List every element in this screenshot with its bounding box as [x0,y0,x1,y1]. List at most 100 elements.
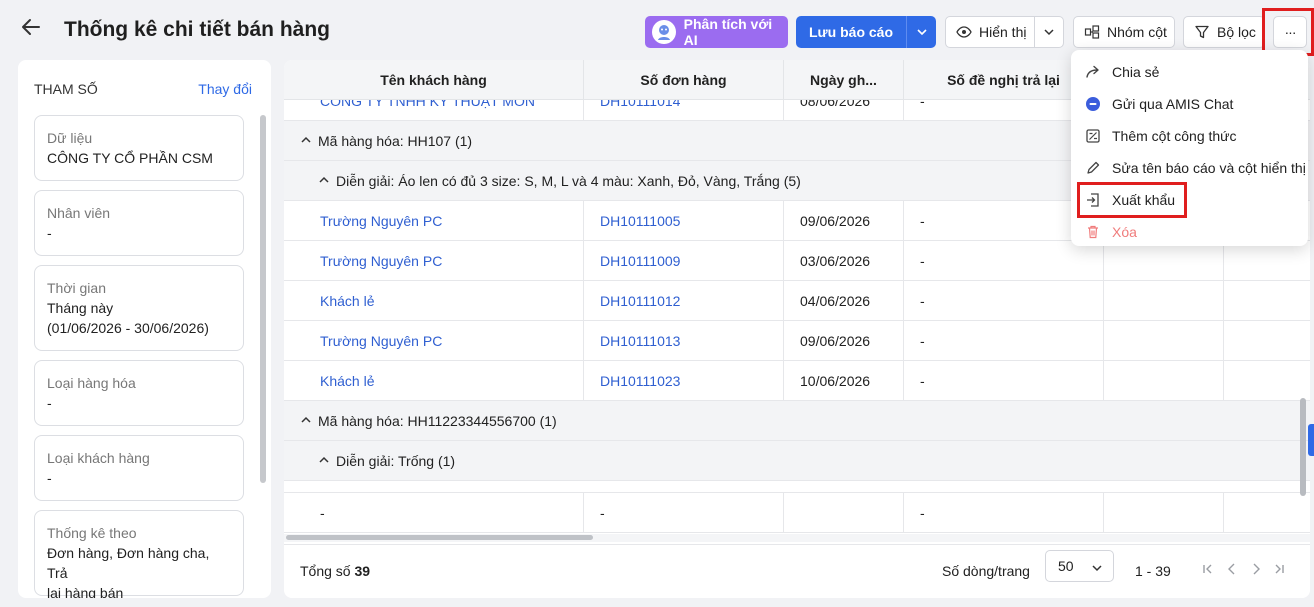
extra-cell [1104,493,1224,533]
last-page-icon[interactable] [1270,560,1288,578]
formula-icon [1085,128,1101,144]
customer-cell[interactable]: Trường Nguyên PC [284,321,584,361]
page-title: Thống kê chi tiết bán hàng [64,18,331,41]
more-button-highlight [1262,8,1314,56]
trash-icon [1085,224,1101,240]
share-icon [1085,64,1101,80]
display-label: Hiển thị [979,24,1027,40]
param-value: Tháng này [47,300,114,316]
save-report-dropdown-button[interactable] [906,16,936,48]
next-page-icon[interactable] [1247,560,1265,578]
date-cell: 10/06/2026 [784,361,904,401]
chevron-down-icon [916,29,927,36]
refund-cell: - [904,493,1104,533]
menu-item-share[interactable]: Chia sẻ [1071,56,1308,88]
filter-button[interactable]: Bộ lọc [1183,16,1265,48]
param-value: - [47,395,52,411]
group-row[interactable]: Mã hàng hóa: HH11223344556700 (1) [284,401,1310,441]
filter-label: Bộ lọc [1217,24,1256,40]
menu-item-label: Thêm cột công thức [1112,128,1237,144]
refund-cell: - [904,361,1104,401]
param-value-range: (01/06/2026 - 30/06/2026) [47,320,209,336]
filter-icon [1195,25,1209,39]
menu-item-rename[interactable]: Sửa tên báo cáo và cột hiển thị [1071,152,1308,184]
vertical-scroll-thumb[interactable] [1300,398,1306,496]
customer-cell[interactable]: Trường Nguyên PC [284,241,584,281]
order-cell[interactable]: DH10111009 [584,241,784,281]
ai-analysis-label: Phân tích với AI [683,16,773,48]
table-row[interactable]: Khách lẻ DH10111023 10/06/2026 - [284,361,1310,401]
param-customer-type[interactable]: Loại khách hàng - [34,435,244,501]
param-time[interactable]: Thời gian Tháng này (01/06/2026 - 30/06/… [34,265,244,351]
group-label: Mã hàng hóa: HH107 (1) [300,121,472,161]
column-customer[interactable]: Tên khách hàng [284,60,584,100]
customer-cell[interactable]: Khách lẻ [284,281,584,321]
subgroup-row[interactable]: Diễn giải: Trống (1) [284,441,1310,481]
menu-item-label: Sửa tên báo cáo và cột hiển thị [1112,160,1306,176]
group-columns-button[interactable]: Nhóm cột [1073,16,1175,48]
column-date[interactable]: Ngày gh... [784,60,904,100]
rows-per-page-value: 50 [1058,558,1074,574]
param-item-type[interactable]: Loại hàng hóa - [34,360,244,426]
export-item-highlight [1077,182,1187,218]
display-dropdown-button[interactable] [1034,16,1064,48]
param-stat-by[interactable]: Thống kê theo Đơn hàng, Đơn hàng cha, Tr… [34,510,244,598]
side-edge-tab[interactable] [1308,424,1314,456]
change-parameters-link[interactable]: Thay đổi [198,81,252,97]
rows-per-page-label: Số dòng/trang [942,563,1030,579]
eye-icon [956,26,972,38]
param-label: Loại khách hàng [47,450,150,466]
panel-scrollbar[interactable] [260,115,266,483]
menu-item-delete[interactable]: Xóa [1071,216,1308,248]
order-cell[interactable]: DH10111005 [584,201,784,241]
parameters-heading: THAM SỐ [34,81,98,97]
param-label: Loại hàng hóa [47,375,136,391]
param-value: - [47,225,52,241]
extra-cell [1104,361,1224,401]
column-order[interactable]: Số đơn hàng [584,60,784,100]
param-employee[interactable]: Nhân viên - [34,190,244,256]
chevron-down-icon [1092,565,1102,572]
total-count: Tổng số 39 [300,563,370,579]
table-row[interactable]: Trường Nguyên PC DH10111013 09/06/2026 - [284,321,1310,361]
total-label: Tổng số [300,563,351,579]
ai-avatar-icon [652,20,676,44]
order-cell[interactable]: DH10111013 [584,321,784,361]
date-cell: 09/06/2026 [784,201,904,241]
chevron-up-icon[interactable] [300,121,312,161]
param-data[interactable]: Dữ liệu CÔNG TY CỔ PHẦN CSM [34,115,244,181]
chevron-up-icon[interactable] [318,161,330,201]
table-row-blank [284,481,1310,493]
group-title: Mã hàng hóa: HH11223344556700 (1) [318,413,557,429]
date-cell [784,493,904,533]
table-row[interactable]: Khách lẻ DH10111012 04/06/2026 - [284,281,1310,321]
display-button[interactable]: Hiển thị [945,16,1035,48]
order-cell[interactable]: DH10111012 [584,281,784,321]
menu-item-label: Xóa [1112,224,1137,240]
first-page-icon[interactable] [1199,560,1217,578]
back-arrow-icon[interactable] [18,14,44,40]
horizontal-scrollbar[interactable] [284,534,1310,542]
group-title: Mã hàng hóa: HH107 (1) [318,133,473,149]
horizontal-scroll-thumb[interactable] [286,535,593,540]
ai-analysis-button[interactable]: Phân tích với AI [645,16,788,48]
pencil-icon [1085,160,1101,176]
menu-item-amis-chat[interactable]: Gửi qua AMIS Chat [1071,88,1308,120]
save-report-button[interactable]: Lưu báo cáo [796,16,906,48]
param-value: - [47,470,52,486]
subgroup-title: Diễn giải: Áo len có đủ 3 size: S, M, L … [336,173,801,189]
parameters-panel: THAM SỐ Thay đổi Dữ liệu CÔNG TY CỔ PHẦN… [18,60,271,598]
menu-item-add-formula[interactable]: Thêm cột công thức [1071,120,1308,152]
chevron-up-icon[interactable] [318,441,330,481]
customer-cell[interactable]: Khách lẻ [284,361,584,401]
chevron-up-icon[interactable] [300,401,312,441]
order-cell[interactable]: DH10111023 [584,361,784,401]
param-value: Đơn hàng, Đơn hàng cha, Trả [47,545,210,581]
prev-page-icon[interactable] [1223,560,1241,578]
table-row[interactable]: - - - [284,493,1310,533]
customer-cell[interactable]: Trường Nguyên PC [284,201,584,241]
rows-per-page-select[interactable]: 50 [1045,550,1114,582]
subgroup-label: Diễn giải: Trống (1) [318,441,455,481]
refund-cell: - [904,321,1104,361]
param-value-cont: lại hàng bán [47,585,124,598]
